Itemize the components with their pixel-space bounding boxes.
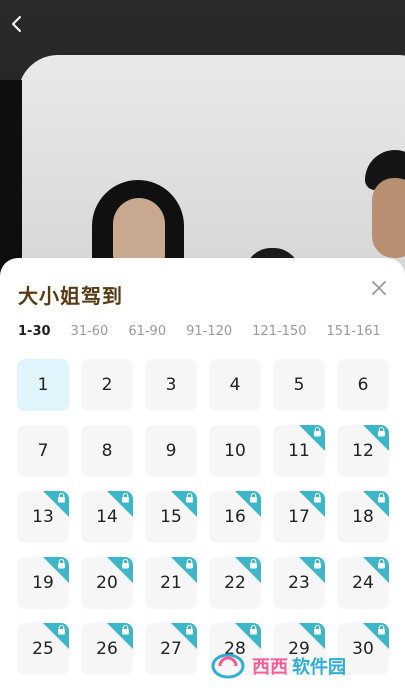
episode-button[interactable]: 23 bbox=[273, 557, 325, 609]
episode-button[interactable]: 25 bbox=[17, 623, 69, 675]
episode-button[interactable]: 24 bbox=[337, 557, 389, 609]
episode-button[interactable]: 3 bbox=[145, 359, 197, 411]
range-tab-31-60[interactable]: 31-60 bbox=[71, 324, 109, 339]
lock-icon bbox=[107, 491, 133, 517]
lock-icon bbox=[235, 557, 261, 583]
episode-number: 7 bbox=[37, 441, 49, 461]
episode-button[interactable]: 11 bbox=[273, 425, 325, 477]
lock-icon bbox=[299, 425, 325, 451]
episode-button[interactable]: 17 bbox=[273, 491, 325, 543]
lock-icon bbox=[363, 425, 389, 451]
lock-icon bbox=[299, 491, 325, 517]
episode-number: 1 bbox=[37, 375, 49, 395]
lock-icon bbox=[43, 623, 69, 649]
episode-number: 9 bbox=[165, 441, 177, 461]
episode-number: 3 bbox=[165, 375, 177, 395]
sheet-title: 大小姐驾到 bbox=[18, 284, 123, 308]
episode-range-tabs: 1-30 31-60 61-90 91-120 121-150 151-161 bbox=[18, 324, 395, 339]
episode-number: 2 bbox=[101, 375, 113, 395]
range-tab-91-120[interactable]: 91-120 bbox=[186, 324, 232, 339]
episode-button[interactable]: 19 bbox=[17, 557, 69, 609]
lock-icon bbox=[43, 491, 69, 517]
episode-button[interactable]: 18 bbox=[337, 491, 389, 543]
episode-button[interactable]: 27 bbox=[145, 623, 197, 675]
range-tab-1-30[interactable]: 1-30 bbox=[18, 324, 51, 339]
episode-button[interactable]: 26 bbox=[81, 623, 133, 675]
episode-button[interactable]: 7 bbox=[17, 425, 69, 477]
episode-number: 10 bbox=[224, 441, 246, 461]
episode-button[interactable]: 12 bbox=[337, 425, 389, 477]
lock-icon bbox=[299, 557, 325, 583]
episode-button[interactable]: 14 bbox=[81, 491, 133, 543]
range-tab-121-150[interactable]: 121-150 bbox=[252, 324, 306, 339]
episode-button[interactable]: 13 bbox=[17, 491, 69, 543]
lock-icon bbox=[107, 623, 133, 649]
episode-number: 8 bbox=[101, 441, 113, 461]
episode-selector-sheet: 大小姐驾到 1-30 31-60 61-90 91-120 121-150 151-161… bbox=[0, 258, 405, 692]
lock-icon bbox=[171, 557, 197, 583]
watermark-text: 西西 bbox=[252, 657, 288, 678]
episode-button[interactable]: 21 bbox=[145, 557, 197, 609]
episode-number: 6 bbox=[357, 375, 369, 395]
video-backdrop bbox=[18, 55, 405, 290]
close-icon bbox=[372, 281, 386, 295]
lock-icon bbox=[235, 491, 261, 517]
watermark-logo-icon bbox=[211, 653, 245, 679]
episode-button[interactable]: 2 bbox=[81, 359, 133, 411]
video-person-2-face bbox=[372, 178, 405, 258]
range-tab-61-90[interactable]: 61-90 bbox=[128, 324, 166, 339]
episode-button[interactable]: 8 bbox=[81, 425, 133, 477]
watermark: 西西 软件园 bbox=[210, 646, 390, 686]
video-background bbox=[0, 0, 405, 290]
watermark-subtext: 软件园 bbox=[292, 657, 346, 678]
episode-number: 4 bbox=[229, 375, 241, 395]
lock-icon bbox=[171, 491, 197, 517]
lock-icon bbox=[107, 557, 133, 583]
episode-grid: 1 2 3 4 5 6 7 8 9 10 11 12 13 14 15 16 17 18 19 20 21 22 23 24 2… bbox=[17, 359, 389, 675]
lock-icon bbox=[363, 491, 389, 517]
back-button[interactable] bbox=[6, 12, 28, 36]
episode-button[interactable]: 22 bbox=[209, 557, 261, 609]
episode-button[interactable]: 10 bbox=[209, 425, 261, 477]
episode-number: 5 bbox=[293, 375, 305, 395]
chevron-left-icon bbox=[12, 16, 21, 32]
episode-button[interactable]: 15 bbox=[145, 491, 197, 543]
lock-icon bbox=[43, 557, 69, 583]
episode-button[interactable]: 5 bbox=[273, 359, 325, 411]
episode-button[interactable]: 16 bbox=[209, 491, 261, 543]
episode-button[interactable]: 6 bbox=[337, 359, 389, 411]
episode-button[interactable]: 20 bbox=[81, 557, 133, 609]
lock-icon bbox=[171, 623, 197, 649]
episode-button[interactable]: 1 bbox=[17, 359, 69, 411]
range-tab-151-161[interactable]: 151-161 bbox=[326, 324, 380, 339]
episode-button[interactable]: 9 bbox=[145, 425, 197, 477]
close-button[interactable] bbox=[369, 278, 389, 298]
lock-icon bbox=[363, 557, 389, 583]
episode-button[interactable]: 4 bbox=[209, 359, 261, 411]
